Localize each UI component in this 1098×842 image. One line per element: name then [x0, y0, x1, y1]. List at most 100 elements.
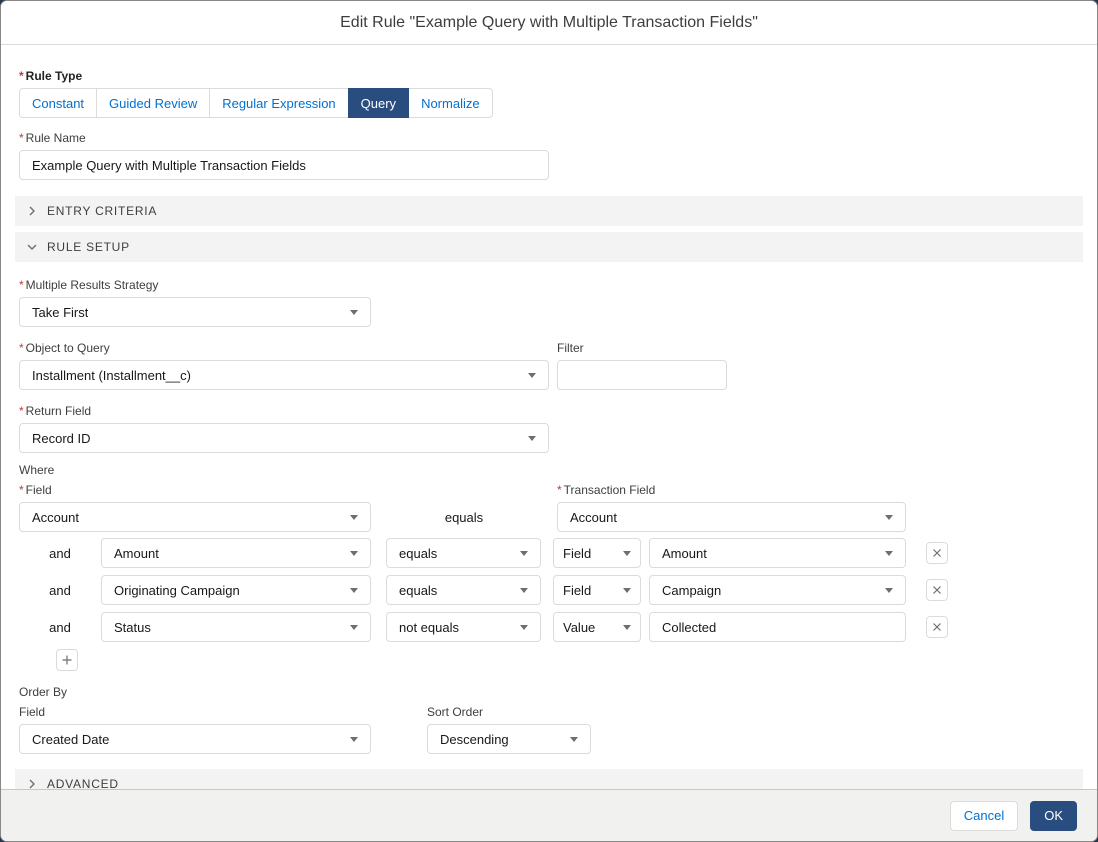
rule-name-label: Rule Name [26, 131, 86, 145]
close-icon [932, 585, 942, 595]
remove-condition-button[interactable] [926, 579, 948, 601]
required-marker: * [19, 404, 24, 418]
order-by-label: Order By [19, 685, 67, 699]
multiple-results-strategy-dropdown[interactable]: Take First [19, 297, 371, 327]
dropdown-caret-icon [885, 551, 893, 556]
object-to-query-dropdown[interactable]: Installment (Installment__c) [19, 360, 549, 390]
where-condition-row: and Originating Campaign equals Field Ca… [19, 575, 1079, 605]
required-marker: * [19, 69, 24, 83]
condition-field-dropdown[interactable]: Originating Campaign [101, 575, 371, 605]
rule-name-input[interactable] [19, 150, 549, 180]
dropdown-caret-icon [350, 625, 358, 630]
condition-operator-dropdown[interactable]: equals [386, 575, 541, 605]
transaction-field-value: Account [570, 510, 617, 525]
return-field-label-row: * Return Field [19, 404, 1079, 418]
return-field-label: Return Field [26, 404, 91, 418]
sort-order-value: Descending [440, 732, 509, 747]
chevron-right-icon [27, 206, 37, 216]
condition-source-type-value: Field [563, 583, 591, 598]
rule-type-button-group: Constant Guided Review Regular Expressio… [19, 88, 493, 118]
rule-type-label: Rule Type [26, 69, 82, 83]
multiple-results-strategy-value: Take First [32, 305, 88, 320]
rule-setup-section-label: Rule Setup [47, 240, 130, 254]
where-condition-row: and Status not equals Value [19, 612, 1079, 642]
close-icon [932, 622, 942, 632]
dropdown-caret-icon [350, 551, 358, 556]
condition-field-dropdown[interactable]: Status [101, 612, 371, 642]
filter-input[interactable] [557, 360, 727, 390]
section-entry-criteria[interactable]: Entry Criteria [15, 196, 1083, 226]
condition-field-value: Originating Campaign [114, 583, 240, 598]
edit-rule-modal: Edit Rule "Example Query with Multiple T… [0, 0, 1098, 842]
rule-type-query-button[interactable]: Query [348, 88, 409, 118]
where-label: Where [19, 463, 54, 477]
dropdown-caret-icon [623, 588, 631, 593]
dropdown-caret-icon [528, 436, 536, 441]
conjunction-label: and [19, 583, 101, 598]
sort-order-dropdown[interactable]: Descending [427, 724, 591, 754]
rule-name-label-row: * Rule Name [19, 131, 1079, 145]
cancel-button[interactable]: Cancel [950, 801, 1018, 831]
condition-value: Campaign [662, 583, 721, 598]
order-by-field-label-row: Field [19, 705, 371, 719]
sort-order-label: Sort Order [427, 705, 483, 719]
modal-header: Edit Rule "Example Query with Multiple T… [1, 1, 1097, 45]
rule-type-normalize-button[interactable]: Normalize [408, 88, 493, 118]
condition-field-value: Amount [114, 546, 159, 561]
multiple-results-strategy-label-row: * Multiple Results Strategy [19, 278, 1079, 292]
multiple-results-strategy-label: Multiple Results Strategy [26, 278, 159, 292]
condition-operator-dropdown[interactable]: not equals [386, 612, 541, 642]
advanced-section-label: Advanced [47, 777, 119, 789]
dropdown-caret-icon [350, 588, 358, 593]
condition-value-dropdown[interactable]: Amount [649, 538, 906, 568]
required-marker: * [19, 341, 24, 355]
sort-order-label-row: Sort Order [427, 705, 591, 719]
where-field-dropdown[interactable]: Account [19, 502, 371, 532]
condition-source-type-dropdown[interactable]: Field [553, 575, 641, 605]
rule-type-regular-expression-button[interactable]: Regular Expression [209, 88, 348, 118]
entry-criteria-section-label: Entry Criteria [47, 204, 157, 218]
dropdown-caret-icon [623, 551, 631, 556]
required-marker: * [19, 278, 24, 292]
return-field-dropdown[interactable]: Record ID [19, 423, 549, 453]
condition-operator-dropdown[interactable]: equals [386, 538, 541, 568]
order-by-field-dropdown[interactable]: Created Date [19, 724, 371, 754]
section-rule-setup[interactable]: Rule Setup [15, 232, 1083, 262]
condition-operator-value: equals [399, 546, 437, 561]
where-condition-row: and Amount equals Field Amount [19, 538, 1079, 568]
rule-type-constant-button[interactable]: Constant [19, 88, 97, 118]
transaction-field-dropdown[interactable]: Account [557, 502, 906, 532]
dropdown-caret-icon [885, 588, 893, 593]
required-marker: * [19, 131, 24, 145]
ok-button[interactable]: OK [1030, 801, 1077, 831]
remove-condition-button[interactable] [926, 616, 948, 638]
dialog-title: Edit Rule "Example Query with Multiple T… [340, 14, 758, 32]
filter-label: Filter [557, 341, 584, 355]
condition-source-type-dropdown[interactable]: Field [553, 538, 641, 568]
modal-body: * Rule Type Constant Guided Review Regul… [1, 45, 1097, 789]
condition-field-dropdown[interactable]: Amount [101, 538, 371, 568]
required-marker: * [557, 483, 562, 497]
dropdown-caret-icon [520, 551, 528, 556]
dropdown-caret-icon [350, 515, 358, 520]
remove-condition-button[interactable] [926, 542, 948, 564]
rule-type-guided-review-button[interactable]: Guided Review [96, 88, 210, 118]
where-field-label-row: * Field [19, 483, 371, 497]
where-label-row: Where [19, 463, 1079, 477]
order-by-label-row: Order By [19, 685, 1079, 699]
dropdown-caret-icon [520, 588, 528, 593]
condition-value-input[interactable] [649, 612, 906, 642]
chevron-right-icon [27, 779, 37, 789]
condition-value-dropdown[interactable]: Campaign [649, 575, 906, 605]
condition-operator-value: equals [399, 583, 437, 598]
condition-source-type-dropdown[interactable]: Value [553, 612, 641, 642]
condition-source-type-value: Value [563, 620, 595, 635]
section-advanced[interactable]: Advanced [15, 769, 1083, 789]
object-to-query-label-row: * Object to Query [19, 341, 549, 355]
condition-source-type-value: Field [563, 546, 591, 561]
add-condition-button[interactable] [56, 649, 78, 671]
where-field-value: Account [32, 510, 79, 525]
condition-value: Amount [662, 546, 707, 561]
conjunction-label: and [19, 620, 101, 635]
condition-field-value: Status [114, 620, 151, 635]
